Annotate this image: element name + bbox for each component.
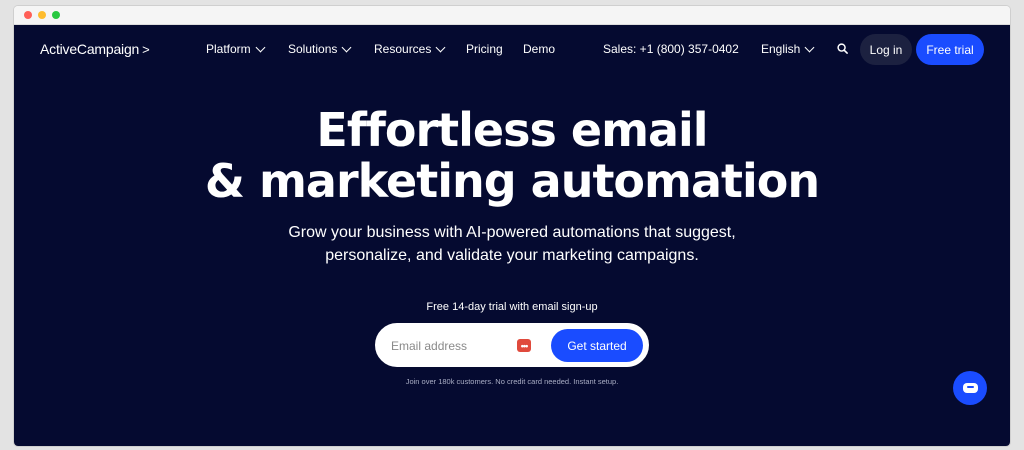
chevron-down-icon [435, 42, 446, 52]
logo-text: ActiveCampaign [40, 41, 140, 57]
hero-title-line: Effortless email [316, 103, 708, 157]
hero-title-line: & marketing automation [204, 154, 820, 208]
top-nav: ActiveCampaign > Platform Solutions Reso… [14, 25, 1010, 75]
close-window-icon[interactable] [24, 11, 32, 19]
browser-window: ActiveCampaign > Platform Solutions Reso… [14, 6, 1010, 446]
chevron-down-icon [255, 42, 266, 52]
nav-item-label: Resources [374, 42, 432, 56]
chevron-down-icon [341, 42, 352, 52]
language-selector[interactable]: English [761, 42, 815, 56]
hero-subtitle-line: Grow your business with AI-powered autom… [288, 224, 736, 241]
fine-print: Join over 180k customers. No credit card… [405, 377, 619, 386]
password-manager-icon[interactable]: ••• [517, 339, 531, 352]
nav-item-pricing[interactable]: Pricing [466, 42, 503, 56]
maximize-window-icon[interactable] [52, 11, 60, 19]
trial-note: Free 14-day trial with email sign-up [426, 301, 598, 313]
browser-titlebar [14, 6, 1010, 25]
nav-item-label: Demo [523, 42, 556, 56]
nav-item-resources[interactable]: Resources [374, 42, 446, 56]
hero-subtitle: Grow your business with AI-powered autom… [14, 221, 1010, 267]
nav-item-demo[interactable]: Demo [523, 42, 555, 56]
chat-button[interactable] [953, 371, 987, 405]
free-trial-button[interactable]: Free trial [916, 34, 984, 65]
page: ActiveCampaign > Platform Solutions Reso… [14, 25, 1010, 446]
nav-item-label: Solutions [288, 42, 338, 56]
chevron-down-icon [804, 42, 815, 52]
nav-item-solutions[interactable]: Solutions [288, 42, 352, 56]
get-started-button[interactable]: Get started [551, 329, 643, 362]
sales-phone-label: Sales: +1 (800) 357-0402 [603, 42, 739, 56]
nav-item-label: Pricing [466, 42, 503, 56]
sales-phone-link[interactable]: Sales: +1 (800) 357-0402 [603, 42, 739, 56]
nav-item-label: Platform [206, 42, 251, 56]
minimize-window-icon[interactable] [38, 11, 46, 19]
email-input[interactable] [391, 337, 521, 355]
search-icon[interactable] [837, 43, 848, 54]
nav-item-platform[interactable]: Platform [206, 42, 266, 56]
logo[interactable]: ActiveCampaign > [40, 41, 150, 57]
signup-form: ••• Get started [375, 323, 649, 367]
login-button[interactable]: Log in [860, 34, 912, 65]
chat-icon [962, 383, 978, 393]
language-label: English [761, 42, 801, 56]
hero-subtitle-line: personalize, and validate your marketing… [325, 247, 699, 264]
logo-mark: > [142, 41, 150, 57]
hero-title: Effortless email & marketing automation [14, 105, 1010, 207]
